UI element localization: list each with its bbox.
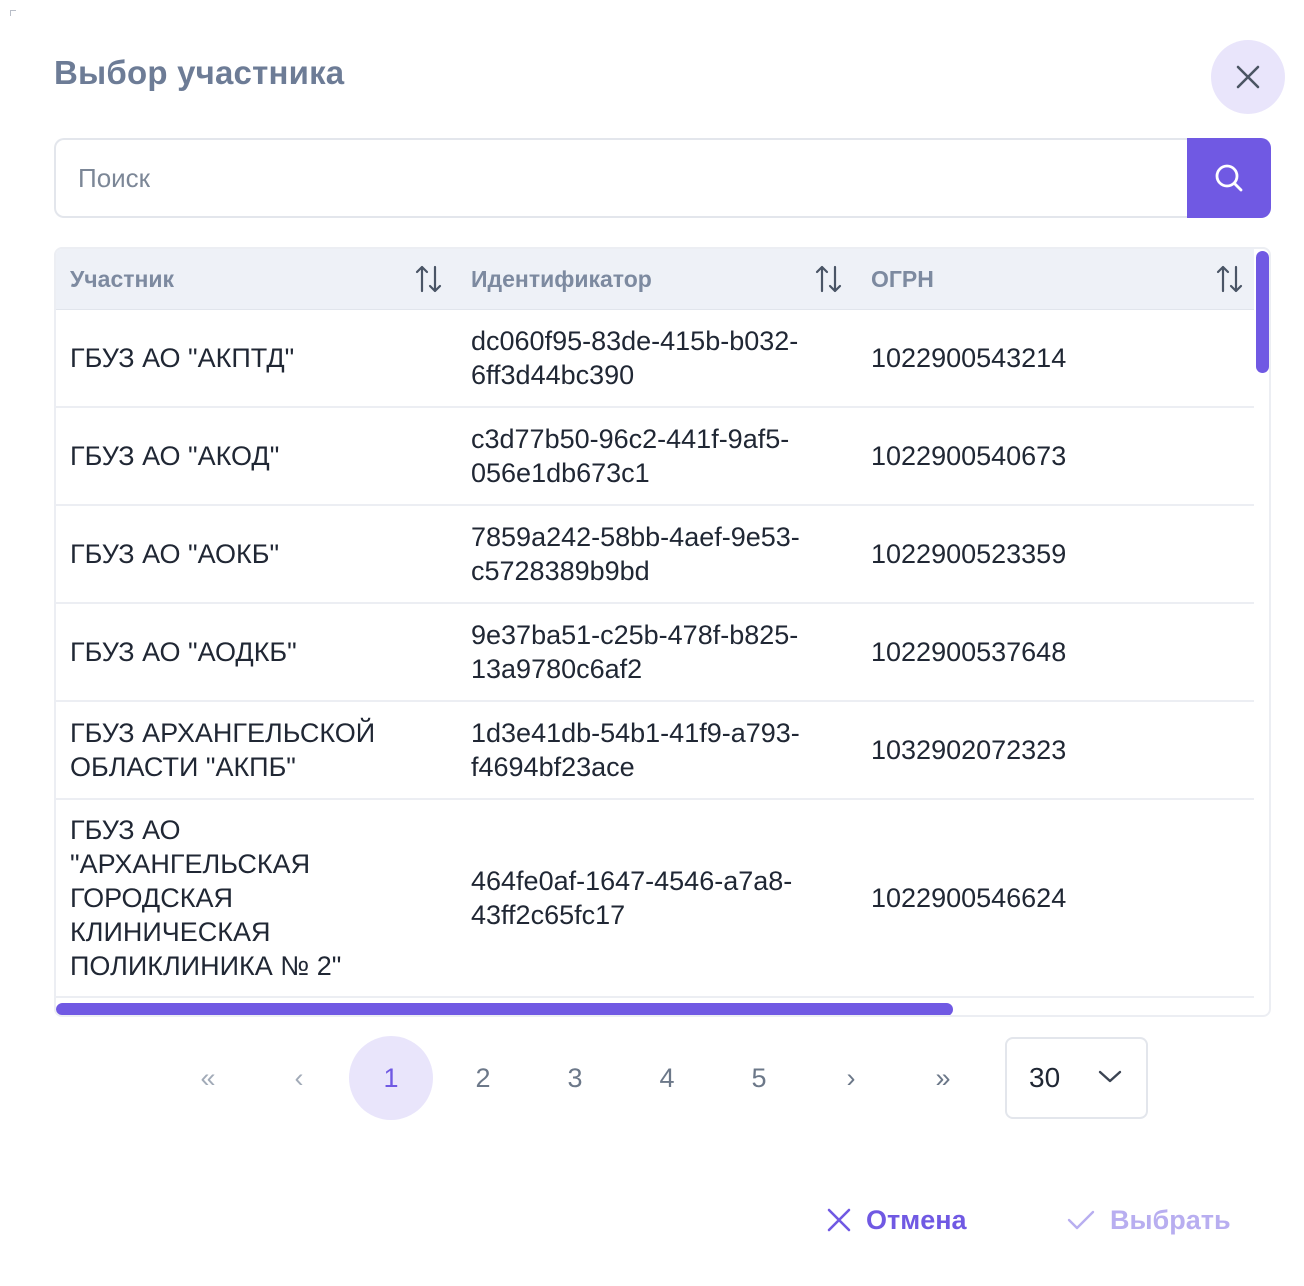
- ogrn-cell: 1022900540673: [871, 440, 1067, 471]
- page-button-3[interactable]: 3: [533, 1036, 617, 1120]
- next-page-button[interactable]: ›: [809, 1036, 893, 1120]
- table-row[interactable]: ГБУЗ АО "АОДКБ" 9e37ba51-c25b-478f-b825-…: [56, 603, 1254, 702]
- table-row[interactable]: ГБУЗ АО "АКПТД" dc060f95-83de-415b-b032-…: [56, 309, 1254, 408]
- chevron-down-icon: [1098, 1070, 1122, 1083]
- last-page-button[interactable]: »: [901, 1036, 985, 1120]
- table-row[interactable]: ГБУЗ АО "АОКБ" 7859a242-58bb-4aef-9e53-c…: [56, 505, 1254, 604]
- identifier-cell: dc060f95-83de-415b-b032-6ff3d44bc390: [471, 325, 799, 390]
- sort-ogrn-icon[interactable]: [1215, 263, 1245, 295]
- page-size-select[interactable]: 30: [1005, 1037, 1148, 1119]
- prev-page-button[interactable]: ‹: [257, 1036, 341, 1120]
- column-header-ogrn: ОГРН: [871, 265, 934, 292]
- identifier-cell: 1d3e41db-54b1-41f9-a793-f4694bf23ace: [471, 717, 800, 782]
- corner-mark: [10, 10, 16, 16]
- ogrn-cell: 1022900537648: [871, 636, 1067, 667]
- check-icon: [1067, 1210, 1095, 1230]
- dialog-title: Выбор участника: [54, 54, 345, 91]
- choose-button[interactable]: Выбрать: [1066, 1200, 1231, 1240]
- cancel-label: Отмена: [866, 1204, 967, 1235]
- identifier-cell: c3d77b50-96c2-441f-9af5-056e1db673c1: [471, 423, 790, 488]
- participants-table: Участник Идентификатор ОГРН ГБУЗ АО "АКП…: [54, 247, 1271, 1017]
- identifier-cell: 9e37ba51-c25b-478f-b825-13a9780c6af2: [471, 619, 799, 684]
- horizontal-scrollbar[interactable]: [56, 1003, 953, 1015]
- table-row[interactable]: ГБУЗ АО "АРХАНГЕЛЬСКАЯ ГОРОДСКАЯ КЛИНИЧЕ…: [56, 799, 1254, 998]
- column-header-identifier: Идентификатор: [471, 265, 652, 292]
- ogrn-cell: 1022900546624: [871, 882, 1067, 913]
- page-button-2[interactable]: 2: [441, 1036, 525, 1120]
- cancel-button[interactable]: Отмена: [826, 1200, 967, 1240]
- table-header: Участник Идентификатор ОГРН: [56, 249, 1254, 310]
- column-header-participant: Участник: [70, 265, 175, 292]
- first-page-button[interactable]: «: [166, 1036, 250, 1120]
- search-bar: [54, 138, 1271, 218]
- page-button-5[interactable]: 5: [717, 1036, 801, 1120]
- identifier-cell: 464fe0af-1647-4546-a7a8-43ff2c65fc17: [471, 865, 793, 930]
- ogrn-cell: 1022900523359: [871, 538, 1067, 569]
- participant-cell: ГБУЗ АО "АКПТД": [70, 342, 295, 373]
- sort-identifier-icon[interactable]: [814, 263, 844, 295]
- ogrn-cell: 1022900543214: [871, 342, 1067, 373]
- vertical-scrollbar[interactable]: [1256, 251, 1269, 373]
- participant-cell: ГБУЗ АО "АРХАНГЕЛЬСКАЯ ГОРОДСКАЯ КЛИНИЧЕ…: [70, 814, 342, 981]
- sort-participant-icon[interactable]: [414, 263, 444, 295]
- table-row[interactable]: ГБУЗ АО "АКОД" c3d77b50-96c2-441f-9af5-0…: [56, 407, 1254, 506]
- close-button[interactable]: [1211, 40, 1285, 114]
- page-button-4[interactable]: 4: [625, 1036, 709, 1120]
- choose-label: Выбрать: [1110, 1204, 1231, 1235]
- ogrn-cell: 1032902072323: [871, 734, 1067, 765]
- participant-cell: ГБУЗ АРХАНГЕЛЬСКОЙ ОБЛАСТИ "АКПБ": [70, 717, 376, 782]
- table-row[interactable]: ГБУЗ АРХАНГЕЛЬСКОЙ ОБЛАСТИ "АКПБ" 1d3e41…: [56, 701, 1254, 800]
- search-icon: [1215, 164, 1243, 192]
- participant-cell: ГБУЗ АО "АОКБ": [70, 538, 280, 569]
- close-icon: [1236, 65, 1260, 89]
- search-input[interactable]: [54, 138, 1187, 218]
- search-button[interactable]: [1187, 138, 1271, 218]
- participant-cell: ГБУЗ АО "АОДКБ": [70, 636, 297, 667]
- participant-cell: ГБУЗ АО "АКОД": [70, 440, 280, 471]
- page-button-1[interactable]: 1: [349, 1036, 433, 1120]
- identifier-cell: 7859a242-58bb-4aef-9e53-c5728389b9bd: [471, 521, 800, 586]
- close-icon: [827, 1208, 851, 1232]
- page-size-value: 30: [1029, 1062, 1061, 1093]
